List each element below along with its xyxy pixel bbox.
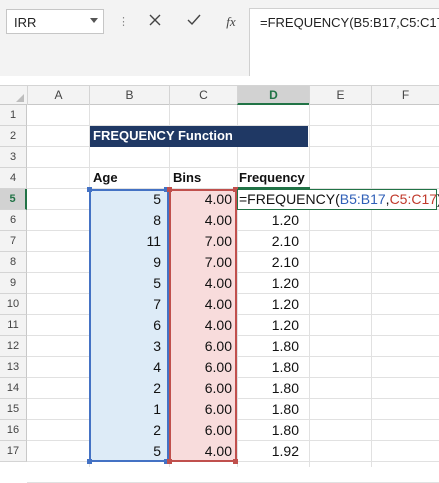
row-header-5[interactable]: 5 — [0, 189, 27, 210]
row-header-10[interactable]: 10 — [0, 294, 27, 315]
row-header-14[interactable]: 14 — [0, 378, 27, 399]
cell-frequency[interactable]: 1.80 — [237, 357, 299, 378]
row-header-12[interactable]: 12 — [0, 336, 27, 357]
cell-frequency[interactable]: 1.80 — [237, 399, 299, 420]
row-header-1[interactable]: 1 — [0, 105, 27, 126]
cell-age[interactable]: 6 — [89, 315, 161, 336]
select-all-button[interactable] — [0, 86, 27, 105]
row-header-11[interactable]: 11 — [0, 315, 27, 336]
cell-age[interactable]: 2 — [89, 378, 161, 399]
cell-bin[interactable]: 4.00 — [169, 210, 232, 231]
row-header-3[interactable]: 3 — [0, 147, 27, 168]
cell-frequency[interactable]: 1.20 — [237, 315, 299, 336]
cell-age[interactable]: 1 — [89, 399, 161, 420]
insert-function-icon[interactable]: fx — [218, 10, 244, 34]
header-frequency[interactable]: Frequency — [239, 170, 305, 185]
row-header-7[interactable]: 7 — [0, 231, 27, 252]
column-header-row: A B C D E F — [0, 85, 439, 105]
cell-bin[interactable]: 4.00 — [169, 315, 232, 336]
column-header-c[interactable]: C — [169, 86, 237, 105]
column-header-b[interactable]: B — [89, 86, 169, 105]
cell-bin[interactable]: 6.00 — [169, 357, 232, 378]
cell-bin[interactable]: 7.00 — [169, 231, 232, 252]
row-header-8[interactable]: 8 — [0, 252, 27, 273]
formula-input[interactable]: =FREQUENCY(B5:B17,C5:C17) — [249, 8, 439, 76]
grid-line — [309, 105, 310, 467]
cell-age[interactable]: 5 — [89, 441, 161, 462]
divider-dots: ⋮ — [118, 16, 129, 28]
cell-frequency[interactable]: 1.20 — [237, 273, 299, 294]
cell-frequency[interactable]: 1.20 — [237, 210, 299, 231]
header-bins[interactable]: Bins — [173, 170, 201, 185]
active-cell-editor[interactable]: =FREQUENCY(B5:B17,C5:C17) — [237, 189, 439, 210]
column-header-f[interactable]: F — [371, 86, 439, 105]
row-header-17[interactable]: 17 — [0, 441, 27, 462]
formula-range-2: C5:C17 — [389, 191, 438, 207]
cell-frequency[interactable]: 1.80 — [237, 378, 299, 399]
chevron-down-icon[interactable] — [90, 18, 98, 23]
cell-age[interactable]: 2 — [89, 420, 161, 441]
row-header-4[interactable]: 4 — [0, 168, 27, 189]
grid-line — [371, 105, 372, 467]
cell-frequency[interactable]: 1.20 — [237, 294, 299, 315]
formula-bar-area: IRR ⋮ fx =FREQUENCY(B5:B17,C5:C17) — [0, 0, 439, 76]
formula-range-1: B5:B17 — [339, 191, 386, 207]
cell-bin[interactable]: 4.00 — [169, 441, 232, 462]
row-header-2[interactable]: 2 — [0, 126, 27, 147]
cell-age[interactable]: 7 — [89, 294, 161, 315]
header-age[interactable]: Age — [93, 170, 118, 185]
formula-text: =FREQUENCY(B5:B17,C5:C17) — [260, 15, 439, 30]
cell-frequency[interactable]: 1.80 — [237, 336, 299, 357]
grid-line — [27, 167, 439, 168]
cell-bin[interactable]: 6.00 — [169, 399, 232, 420]
column-header-e[interactable]: E — [309, 86, 371, 105]
cell-bin[interactable]: 6.00 — [169, 420, 232, 441]
sheet-title-cell[interactable]: FREQUENCY Function — [90, 126, 308, 147]
row-header-16[interactable]: 16 — [0, 420, 27, 441]
cell-age[interactable]: 4 — [89, 357, 161, 378]
cell-bin[interactable]: 6.00 — [169, 378, 232, 399]
name-box[interactable]: IRR — [6, 9, 104, 34]
cell-age[interactable]: 3 — [89, 336, 161, 357]
cell-age[interactable]: 5 — [89, 189, 161, 210]
row-header-15[interactable]: 15 — [0, 399, 27, 420]
cell-age[interactable]: 11 — [89, 231, 161, 252]
cell-age[interactable]: 8 — [89, 210, 161, 231]
column-header-a[interactable]: A — [27, 86, 89, 105]
name-box-value: IRR — [14, 15, 37, 30]
cell-bin[interactable]: 7.00 — [169, 252, 232, 273]
cell-bin[interactable]: 6.00 — [169, 336, 232, 357]
row-header-13[interactable]: 13 — [0, 357, 27, 378]
cell-frequency[interactable]: 2.10 — [237, 231, 299, 252]
cell-bin[interactable]: 4.00 — [169, 273, 232, 294]
cell-formula: =FREQUENCY(B5:B17,C5:C17) — [239, 191, 439, 208]
cell-bin[interactable]: 4.00 — [169, 189, 232, 210]
row-header-6[interactable]: 6 — [0, 210, 27, 231]
cell-frequency[interactable]: 2.10 — [237, 252, 299, 273]
sheet-title: FREQUENCY Function — [93, 128, 233, 143]
cell-bin[interactable]: 4.00 — [169, 294, 232, 315]
select-all-icon — [16, 94, 24, 102]
cell-frequency[interactable]: 1.92 — [237, 441, 299, 462]
cell-age[interactable]: 9 — [89, 252, 161, 273]
row-header-9[interactable]: 9 — [0, 273, 27, 294]
column-header-d[interactable]: D — [237, 86, 309, 105]
formula-prefix: =FREQUENCY( — [239, 191, 340, 207]
close-icon[interactable] — [142, 10, 168, 34]
check-icon[interactable] — [181, 10, 207, 34]
cell-age[interactable]: 5 — [89, 273, 161, 294]
cell-frequency[interactable]: 1.80 — [237, 420, 299, 441]
